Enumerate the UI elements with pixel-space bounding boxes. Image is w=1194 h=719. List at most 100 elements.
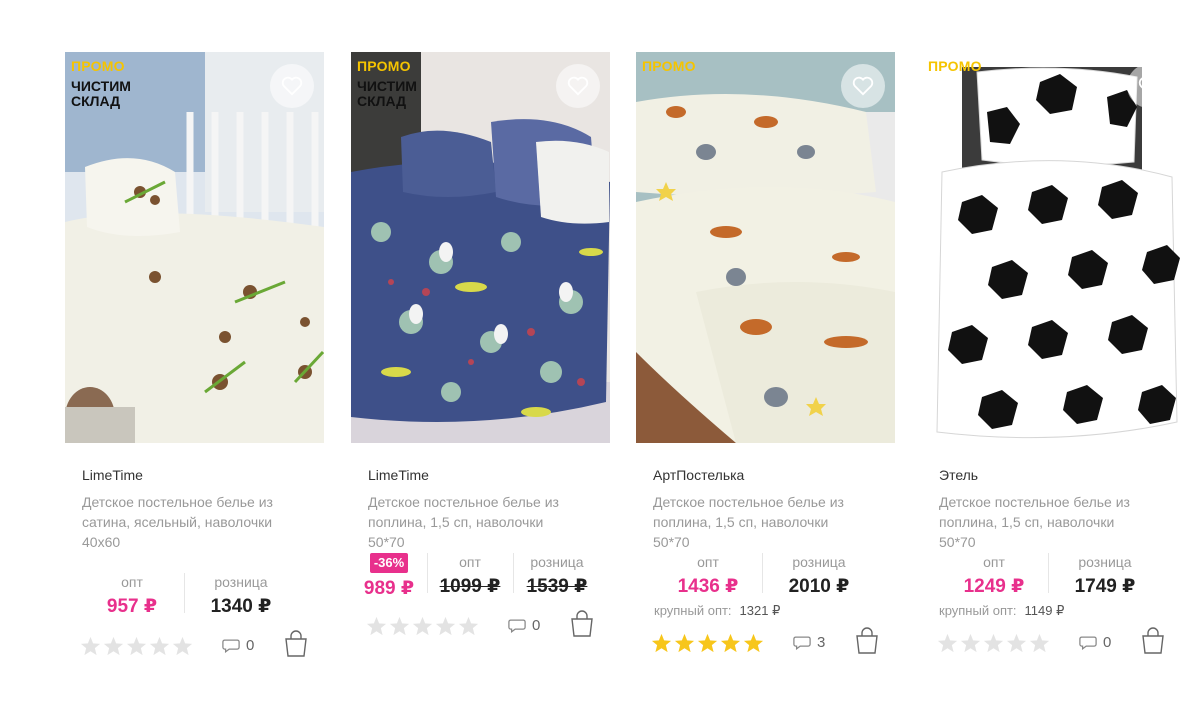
opt-price-old: 1099 ₽ <box>439 576 501 597</box>
favorite-button[interactable] <box>556 64 600 108</box>
star-icon[interactable] <box>960 633 981 653</box>
opt-price-col: опт 1249 ₽ <box>939 553 1049 601</box>
speech-bubble-icon <box>1079 636 1097 650</box>
retail-label: розница <box>214 574 268 590</box>
reviews-link[interactable]: 0 <box>508 617 540 634</box>
star-icon[interactable] <box>80 636 101 656</box>
price-divider <box>513 553 514 593</box>
star-icon[interactable] <box>1029 633 1050 653</box>
opt-price: 957 ₽ <box>106 596 158 617</box>
reviews-link[interactable]: 3 <box>793 634 825 651</box>
reviews-link[interactable]: 0 <box>222 637 254 654</box>
promo-badge: ПРОМО <box>71 58 125 74</box>
product-photo <box>922 52 1181 443</box>
opt-label: опт <box>459 554 481 570</box>
star-icon[interactable] <box>458 616 479 636</box>
star-icon[interactable] <box>720 633 741 653</box>
product-card[interactable]: ПРОМО ЧИСТИМ СКЛАД LimeTime Детское пост… <box>351 52 610 712</box>
product-photo <box>351 52 610 443</box>
heart-icon <box>1138 76 1160 96</box>
card-footer: 3 <box>651 627 883 661</box>
favorite-button[interactable] <box>270 64 314 108</box>
star-icon[interactable] <box>103 636 124 656</box>
rating-stars[interactable] <box>651 633 764 653</box>
product-image[interactable]: ПРОМО ЧИСТИМ СКЛАД <box>351 52 610 443</box>
rating-stars[interactable] <box>366 616 479 636</box>
price-divider <box>1048 553 1049 593</box>
opt-price-col: опт 1099 ₽ <box>429 553 511 601</box>
star-icon[interactable] <box>172 636 193 656</box>
rating-stars[interactable] <box>937 633 1050 653</box>
shopping-bag-icon[interactable] <box>1140 627 1166 655</box>
price-block: опт 1436 ₽ розница 2010 ₽ <box>636 553 895 607</box>
star-icon[interactable] <box>412 616 433 636</box>
speech-bubble-icon <box>793 636 811 650</box>
star-icon[interactable] <box>389 616 410 636</box>
star-icon[interactable] <box>651 633 672 653</box>
product-description[interactable]: Детское постельное белье из поплина, 1,5… <box>939 492 1154 552</box>
retail-price-col: розница 1539 ₽ <box>515 553 599 601</box>
product-photo <box>636 52 895 443</box>
promo-badge: ПРОМО <box>928 58 982 74</box>
product-photo <box>65 52 324 443</box>
star-icon[interactable] <box>937 633 958 653</box>
retail-label: розница <box>792 554 846 570</box>
opt-price: 1249 ₽ <box>963 576 1025 597</box>
product-card[interactable]: ПРОМО ЧИСТИМ СКЛАД LimeTime Детское пост… <box>65 52 324 712</box>
product-image[interactable]: ПРОМО <box>922 52 1181 443</box>
product-image[interactable]: ПРОМО ЧИСТИМ СКЛАД <box>65 52 324 443</box>
reviews-link[interactable]: 0 <box>1079 634 1111 651</box>
heart-icon <box>281 76 303 96</box>
retail-price-col: розница 2010 ₽ <box>764 553 874 601</box>
star-icon[interactable] <box>366 616 387 636</box>
product-brand[interactable]: LimeTime <box>368 467 429 483</box>
heart-icon <box>852 76 874 96</box>
sale-price: 989 ₽ <box>363 578 415 599</box>
reviews-count: 0 <box>1103 634 1112 651</box>
product-brand[interactable]: Этель <box>939 467 978 483</box>
star-icon[interactable] <box>743 633 764 653</box>
product-card[interactable]: ПРОМО Этель Детское постельное белье из … <box>922 52 1181 712</box>
promo-badge: ПРОМО <box>357 58 411 74</box>
retail-price-col: розница 1340 ₽ <box>186 573 296 621</box>
opt-label: опт <box>983 554 1005 570</box>
bulk-label: крупный опт: <box>654 603 732 618</box>
star-icon[interactable] <box>149 636 170 656</box>
opt-label: опт <box>121 574 143 590</box>
retail-price: 1340 ₽ <box>210 596 272 617</box>
star-icon[interactable] <box>1006 633 1027 653</box>
favorite-button[interactable] <box>841 64 885 108</box>
shopping-bag-icon[interactable] <box>283 630 309 658</box>
shopping-bag-icon[interactable] <box>854 627 880 655</box>
product-description[interactable]: Детское постельное белье из поплина, 1,5… <box>653 492 868 552</box>
card-footer: 0 <box>80 630 312 664</box>
bulk-value: 1321 ₽ <box>739 603 781 618</box>
product-image[interactable]: ПРОМО <box>636 52 895 443</box>
rating-stars[interactable] <box>80 636 193 656</box>
shopping-bag-icon[interactable] <box>569 610 595 638</box>
retail-price: 2010 ₽ <box>788 576 850 597</box>
speech-bubble-icon <box>508 619 526 633</box>
retail-price-old: 1539 ₽ <box>526 576 588 597</box>
product-description[interactable]: Детское постельное белье из поплина, 1,5… <box>368 492 583 552</box>
star-icon[interactable] <box>697 633 718 653</box>
retail-label: розница <box>530 554 584 570</box>
product-card[interactable]: ПРОМО АртПостелька Детское постельное бе… <box>636 52 895 712</box>
card-footer: 0 <box>937 627 1169 661</box>
opt-price-col: опт 1436 ₽ <box>653 553 763 601</box>
bulk-price: крупный опт: 1149 ₽ <box>939 603 1064 619</box>
star-icon[interactable] <box>983 633 1004 653</box>
product-brand[interactable]: LimeTime <box>82 467 143 483</box>
reviews-count: 0 <box>246 637 255 654</box>
bulk-value: 1149 ₽ <box>1024 603 1065 618</box>
sale-price-col: -36% 989 ₽ <box>351 553 427 601</box>
star-icon[interactable] <box>435 616 456 636</box>
opt-label: опт <box>697 554 719 570</box>
favorite-button[interactable] <box>1127 64 1171 108</box>
star-icon[interactable] <box>126 636 147 656</box>
star-icon[interactable] <box>674 633 695 653</box>
product-description[interactable]: Детское постельное белье из сатина, ясел… <box>82 492 297 552</box>
price-divider <box>762 553 763 593</box>
product-brand[interactable]: АртПостелька <box>653 467 744 483</box>
heart-icon <box>567 76 589 96</box>
